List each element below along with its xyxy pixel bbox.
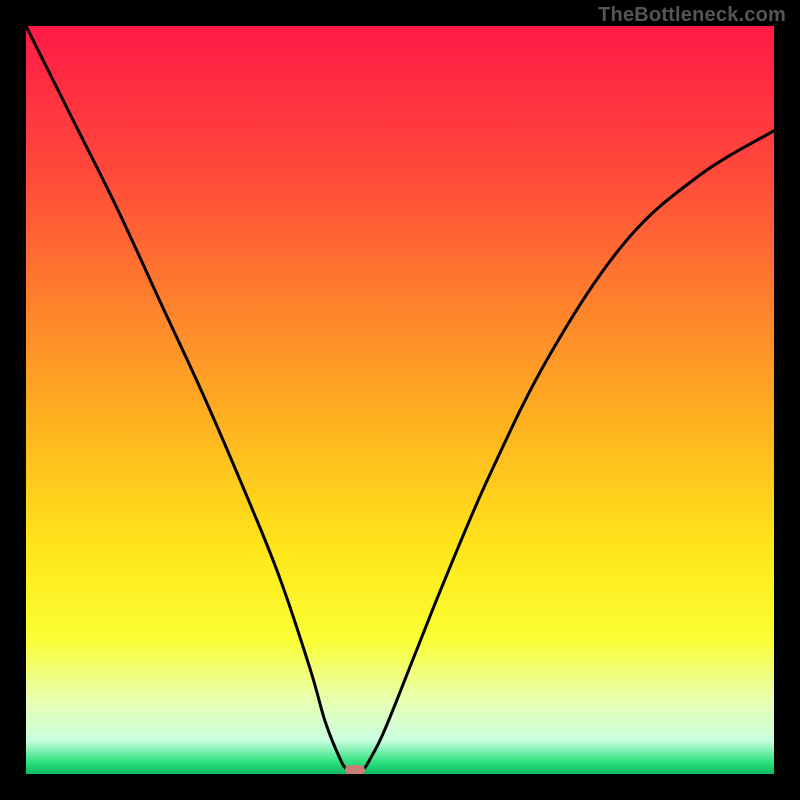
chart-frame: TheBottleneck.com	[0, 0, 800, 800]
gradient-background	[26, 26, 774, 774]
chart-svg	[26, 26, 774, 774]
watermark-text: TheBottleneck.com	[598, 4, 786, 27]
plot-area	[26, 26, 774, 774]
optimum-marker	[345, 765, 365, 774]
